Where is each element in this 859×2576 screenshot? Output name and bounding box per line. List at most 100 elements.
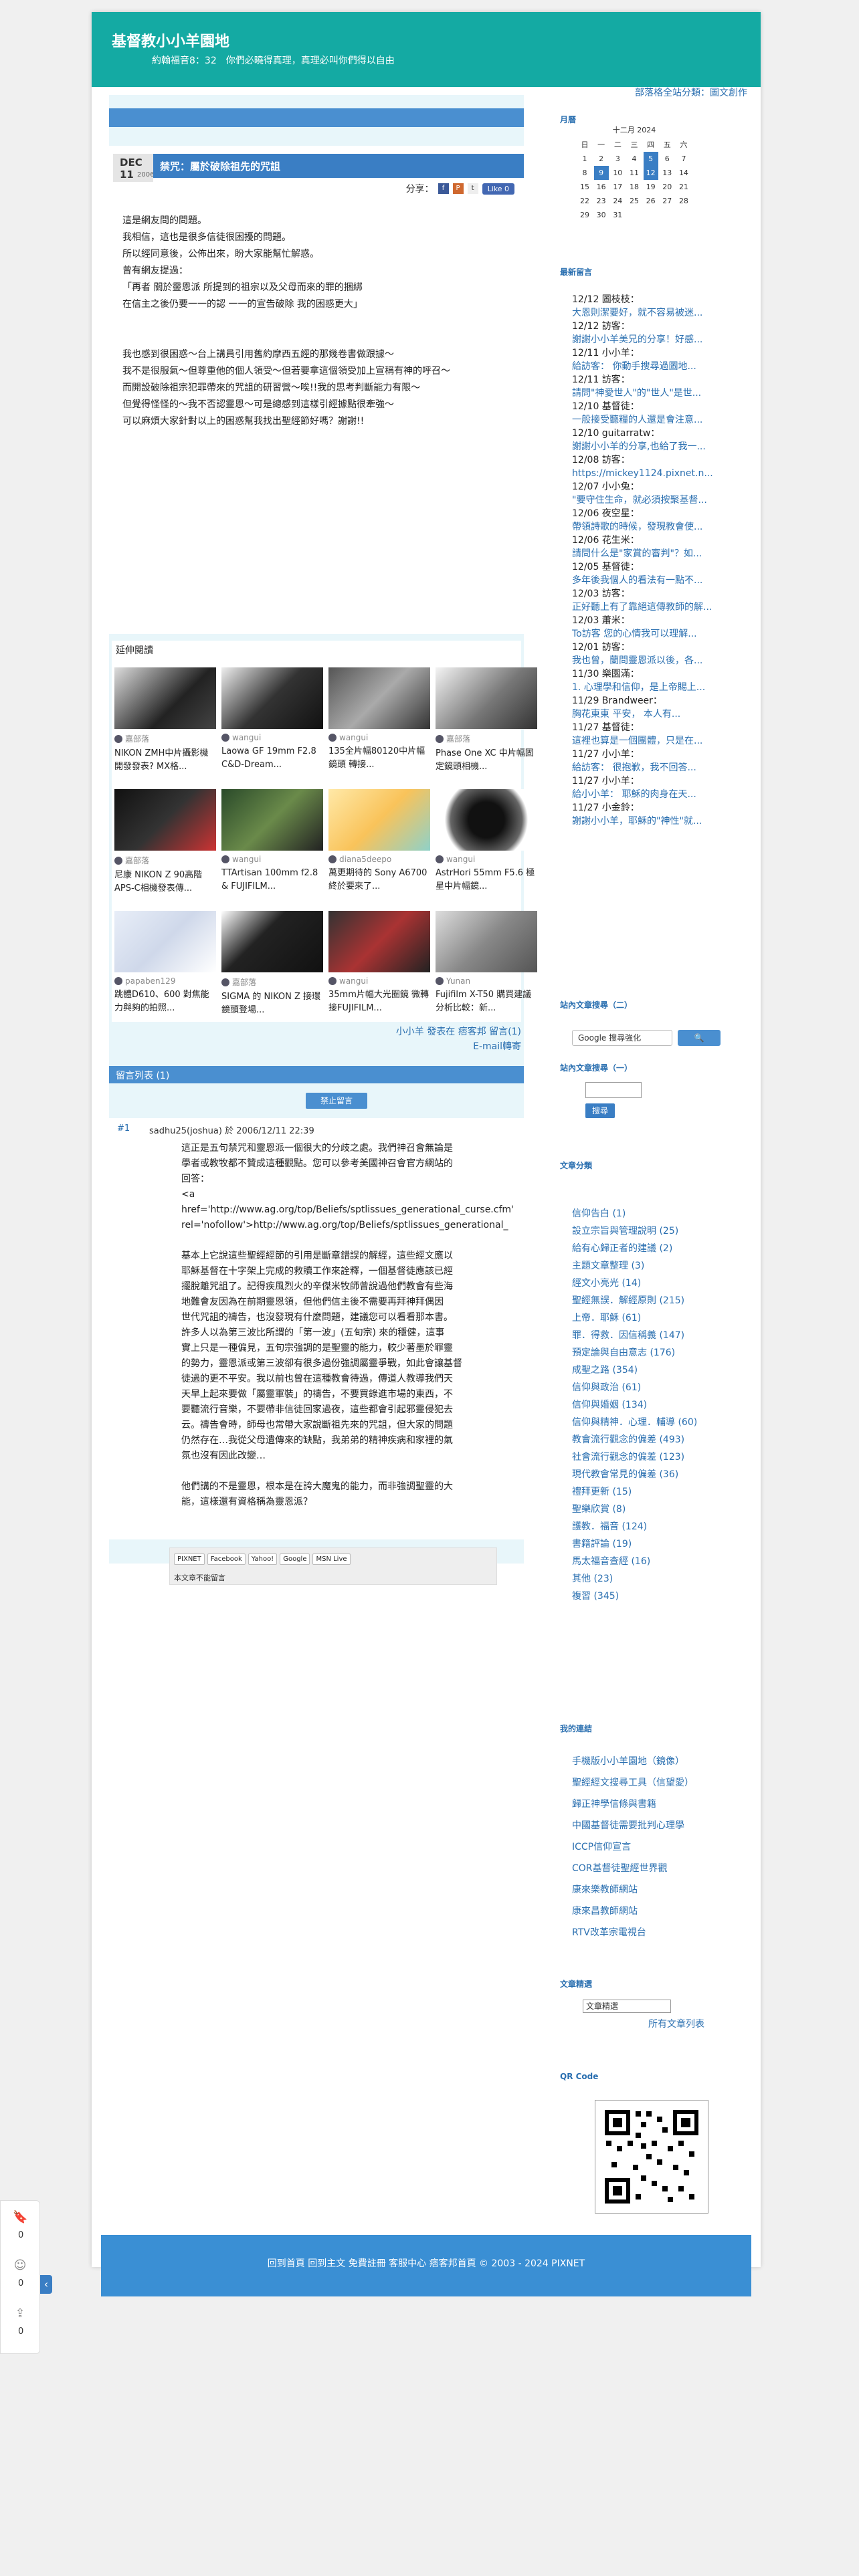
related-thumbnail[interactable] bbox=[221, 789, 323, 851]
post-title[interactable]: 禁咒：屬於破除祖先的咒詛 bbox=[160, 159, 280, 173]
qr-code[interactable] bbox=[595, 2100, 708, 2214]
google-share-button[interactable]: Google bbox=[280, 1553, 310, 1565]
related-card[interactable]: 嘉部落 NIKON ZMH中片攝影機開發發表? MX格... bbox=[114, 667, 216, 788]
category-item[interactable]: 信仰與婚姻 (134) bbox=[572, 1396, 747, 1414]
related-text[interactable]: 135全片幅80120中片幅鏡頭 轉接... bbox=[328, 745, 430, 772]
related-card[interactable]: 嘉部落 Phase One XC 中片幅固定鏡頭相機... bbox=[436, 667, 537, 788]
category-item[interactable]: 主題文章整理 (3) bbox=[572, 1257, 747, 1275]
like-button[interactable]: Like 0 bbox=[482, 183, 514, 195]
link-item[interactable]: 手機版小小羊園地（鏡像） bbox=[572, 1751, 747, 1772]
google-search-button[interactable]: 🔍 bbox=[678, 1030, 721, 1046]
category-item[interactable]: 禮拜更新 (15) bbox=[572, 1483, 747, 1501]
category-item[interactable]: 上帝．耶穌 (61) bbox=[572, 1309, 747, 1327]
category-item[interactable]: 社會流行觀念的偏差 (123) bbox=[572, 1448, 747, 1466]
related-card[interactable]: wangui TTArtisan 100mm f2.8 & FUJIFILM..… bbox=[221, 789, 323, 909]
category-item[interactable]: 設立宗旨與管理說明 (25) bbox=[572, 1222, 747, 1240]
category-item[interactable]: 給有心歸正者的建議 (2) bbox=[572, 1240, 747, 1257]
related-text[interactable]: 萬更期待的 Sony A6700 終於要來了... bbox=[328, 867, 430, 893]
link-item[interactable]: 康來樂教師網站 bbox=[572, 1879, 747, 1901]
related-thumbnail[interactable] bbox=[328, 911, 430, 972]
related-text[interactable]: Fujifilm X-T50 購買建議分析比較：新... bbox=[436, 988, 537, 1015]
link-item[interactable]: COR基督徒聖經世界觀 bbox=[572, 1858, 747, 1879]
related-thumbnail[interactable] bbox=[221, 911, 323, 972]
pixnet-share-button[interactable]: PIXNET bbox=[174, 1553, 205, 1565]
link-item[interactable]: 中國基督徒需要批判心理學 bbox=[572, 1815, 747, 1836]
google-search-input[interactable]: Google 搜尋強化 bbox=[572, 1030, 672, 1046]
related-text[interactable]: NIKON ZMH中片攝影機開發發表? MX格... bbox=[114, 747, 216, 774]
related-text[interactable]: 跳體D610、600 對焦能力與夠的拍照... bbox=[114, 988, 216, 1015]
emoji-icon[interactable]: ☺ bbox=[13, 2258, 27, 2273]
category-item[interactable]: 信仰告白 (1) bbox=[572, 1205, 747, 1222]
category-item[interactable]: 馬太福音查經 (16) bbox=[572, 1553, 747, 1570]
category-item[interactable]: 預定論與自由意志 (176) bbox=[572, 1344, 747, 1362]
share-icon[interactable]: ⇪ bbox=[13, 2306, 27, 2321]
post-meta-line[interactable]: 小小羊 發表在 痞客邦 留言(1) bbox=[396, 1025, 521, 1039]
yahoo-share-button[interactable]: Yahoo! bbox=[248, 1553, 278, 1565]
comment-line: 氛也沒有因此改變… bbox=[181, 1451, 266, 1461]
related-thumbnail[interactable] bbox=[436, 789, 537, 851]
related-text[interactable]: Laowa GF 19mm F2.8 C&D-Dream... bbox=[221, 745, 323, 772]
bookmark-icon[interactable]: 🔖 bbox=[13, 2210, 27, 2225]
category-item[interactable]: 信仰與精神．心理．輔導 (60) bbox=[572, 1414, 747, 1431]
disable-comment-button[interactable]: 禁止留言 bbox=[306, 1093, 367, 1109]
related-thumbnail[interactable] bbox=[436, 911, 537, 972]
related-text[interactable]: SIGMA 的 NIKON Z 接環鏡頭登場... bbox=[221, 990, 323, 1017]
recent-comment: 12/07 小小兔： "要守住生命，就必須按聚基督... bbox=[572, 481, 707, 506]
related-text[interactable]: Phase One XC 中片幅固定鏡頭相機... bbox=[436, 747, 537, 774]
footer-text[interactable]: 回到首頁 回到主文 免費註冊 客服中心 痞客邦首頁 © 2003 - 2024 … bbox=[101, 2256, 751, 2270]
category-item[interactable]: 罪．得救．因信稱義 (147) bbox=[572, 1327, 747, 1344]
category-item[interactable]: 聖經無誤．解經原則 (215) bbox=[572, 1292, 747, 1309]
category-item[interactable]: 經文小亮光 (14) bbox=[572, 1275, 747, 1292]
related-card[interactable]: Yunan Fujifilm X-T50 購買建議分析比較：新... bbox=[436, 911, 537, 1031]
comment: #1 sadhu25(joshua) 於 2006/12/11 22:39 這正… bbox=[109, 1118, 524, 1539]
related-text[interactable]: TTArtisan 100mm f2.8 & FUJIFILM... bbox=[221, 867, 323, 893]
local-search-input[interactable] bbox=[585, 1082, 642, 1098]
related-thumbnail[interactable] bbox=[328, 789, 430, 851]
related-card[interactable]: 嘉部落 SIGMA 的 NIKON Z 接環鏡頭登場... bbox=[221, 911, 323, 1031]
blog-title[interactable]: 基督教小小羊園地 bbox=[112, 29, 229, 51]
all-posts-link[interactable]: 所有文章列表 bbox=[648, 2017, 704, 2030]
twitter-icon[interactable]: t bbox=[467, 183, 478, 194]
link-item[interactable]: RTV改革宗電視台 bbox=[572, 1922, 747, 1943]
related-card[interactable]: wangui Laowa GF 19mm F2.8 C&D-Dream... bbox=[221, 667, 323, 788]
link-item[interactable]: 歸正神學信條與書籍 bbox=[572, 1794, 747, 1815]
category-item[interactable]: 書籍評論 (19) bbox=[572, 1535, 747, 1553]
related-thumbnail[interactable] bbox=[221, 667, 323, 729]
link-item[interactable]: 聖經經文搜尋工具（信望愛） bbox=[572, 1772, 747, 1794]
category-item[interactable]: 聖樂欣賞 (8) bbox=[572, 1501, 747, 1518]
related-card[interactable]: wangui 135全片幅80120中片幅鏡頭 轉接... bbox=[328, 667, 430, 788]
plurk-icon[interactable]: P bbox=[452, 183, 464, 194]
archive-select[interactable]: 文章精選 bbox=[583, 2000, 671, 2013]
related-thumbnail[interactable] bbox=[436, 667, 537, 729]
comment-line: 能，這樣還有資格稱為靈恩派？ bbox=[181, 1497, 312, 1507]
comment-number[interactable]: #1 bbox=[117, 1123, 130, 1134]
related-card[interactable]: diana5deepo 萬更期待的 Sony A6700 終於要來了... bbox=[328, 789, 430, 909]
category-item[interactable]: 護教．福音 (124) bbox=[572, 1518, 747, 1535]
link-item[interactable]: ICCP信仰宣言 bbox=[572, 1836, 747, 1858]
related-card[interactable]: wangui 35mm片幅大光圈鏡 微轉接FUJIFILM... bbox=[328, 911, 430, 1031]
category-item[interactable]: 信仰與政治 (61) bbox=[572, 1379, 747, 1396]
related-thumbnail[interactable] bbox=[114, 667, 216, 729]
link-item[interactable]: 康來昌教師網站 bbox=[572, 1901, 747, 1922]
category-item[interactable]: 其他 (23) bbox=[572, 1570, 747, 1588]
related-text[interactable]: 尼康 NIKON Z 90高階APS-C相機發表傳... bbox=[114, 869, 216, 895]
related-text[interactable]: 35mm片幅大光圈鏡 微轉接FUJIFILM... bbox=[328, 988, 430, 1015]
category-item[interactable]: 複習 (345) bbox=[572, 1588, 747, 1605]
related-text[interactable]: AstrHori 55mm F5.6 極星中片幅鏡... bbox=[436, 867, 537, 893]
category-item[interactable]: 現代教會常見的偏差 (36) bbox=[572, 1466, 747, 1483]
local-search-button[interactable]: 搜尋 bbox=[585, 1103, 615, 1118]
category-item[interactable]: 成聖之路 (354) bbox=[572, 1362, 747, 1379]
recent-comment: 12/12 訪客： 謝謝小小羊美兄的分享！好感... bbox=[572, 321, 703, 345]
related-card[interactable]: 嘉部落 尼康 NIKON Z 90高階APS-C相機發表傳... bbox=[114, 789, 216, 909]
category-item[interactable]: 教會流行觀念的偏差 (493) bbox=[572, 1431, 747, 1448]
related-thumbnail[interactable] bbox=[114, 789, 216, 851]
msn-share-button[interactable]: MSN Live bbox=[312, 1553, 351, 1565]
facebook-icon[interactable]: f bbox=[438, 183, 449, 194]
related-thumbnail[interactable] bbox=[328, 667, 430, 729]
chevron-left-icon[interactable]: ‹ bbox=[40, 2275, 52, 2294]
related-thumbnail[interactable] bbox=[114, 911, 216, 972]
related-card[interactable]: wangui AstrHori 55mm F5.6 極星中片幅鏡... bbox=[436, 789, 537, 909]
email-forward-link[interactable]: E-mail轉寄 bbox=[396, 1039, 521, 1054]
related-card[interactable]: papaben129 跳體D610、600 對焦能力與夠的拍照... bbox=[114, 911, 216, 1031]
facebook-share-button[interactable]: Facebook bbox=[207, 1553, 246, 1565]
